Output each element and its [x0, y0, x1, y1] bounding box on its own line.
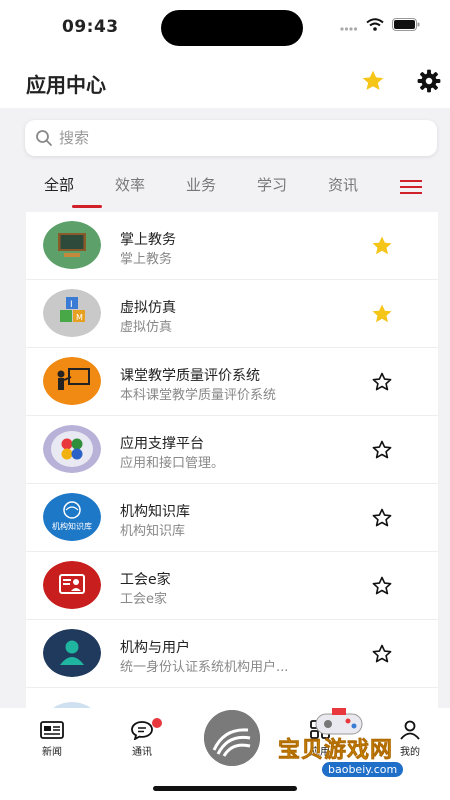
- star-outline-icon[interactable]: [370, 506, 394, 530]
- tab-news[interactable]: 资讯: [328, 174, 358, 195]
- dynamic-island: [161, 10, 303, 46]
- app-desc: 机构知识库: [120, 524, 186, 539]
- list-item[interactable]: 工会e家 工会e家: [26, 552, 438, 620]
- platform-icon: [43, 425, 101, 473]
- app-name: 掌上教务: [120, 232, 176, 248]
- status-bar: 09:43: [0, 0, 450, 56]
- knowledge-base-icon: 机构知识库: [43, 493, 101, 541]
- app-desc: 应用和接口管理。: [120, 456, 225, 471]
- blackboard-icon: [43, 221, 101, 269]
- app-name: 课堂教学质量评价系统: [120, 368, 260, 384]
- star-outline-icon[interactable]: [370, 370, 394, 394]
- tab-chat-nav[interactable]: 通讯: [112, 718, 172, 758]
- home-indicator: [153, 786, 297, 791]
- page-title: 应用中心: [26, 73, 106, 97]
- app-name: 机构与用户: [120, 640, 190, 656]
- app-name: 应用支撑平台: [120, 436, 204, 452]
- app-name: 机构知识库: [120, 504, 190, 520]
- star-outline-icon[interactable]: [370, 642, 394, 666]
- app-name: 虚拟仿真: [120, 300, 176, 316]
- status-time: 09:43: [62, 17, 119, 37]
- watermark: 宝贝游戏网 baobeiy.com: [270, 706, 440, 792]
- signal-icon: [340, 26, 358, 31]
- svg-text:I: I: [70, 300, 73, 310]
- list-item[interactable]: 掌上教务 掌上教务: [26, 212, 438, 280]
- tab-news-nav[interactable]: 新闻: [22, 720, 82, 758]
- app-desc: 掌上教务: [120, 252, 173, 267]
- svg-text:M: M: [76, 313, 83, 322]
- chat-icon: [131, 721, 153, 740]
- search-input[interactable]: [59, 129, 399, 147]
- union-card-icon: [43, 561, 101, 609]
- list-item[interactable]: 应用支撑平台 应用和接口管理。: [26, 416, 438, 484]
- active-tab-indicator: [72, 205, 102, 208]
- list-item[interactable]: 课堂教学质量评价系统 本科课堂教学质量评价系统: [26, 348, 438, 416]
- center-logo-icon[interactable]: [204, 710, 260, 766]
- blocks-icon: I M: [43, 289, 101, 337]
- battery-icon: [392, 18, 420, 31]
- notification-badge: [152, 718, 162, 728]
- tab-business[interactable]: 业务: [186, 174, 216, 195]
- star-outline-icon[interactable]: [370, 438, 394, 462]
- tab-all[interactable]: 全部: [44, 174, 74, 195]
- star-filled-icon[interactable]: [370, 234, 394, 258]
- star-filled-icon[interactable]: [370, 302, 394, 326]
- list-item[interactable]: I M 虚拟仿真 虚拟仿真: [26, 280, 438, 348]
- app-desc: 本科课堂教学质量评价系统: [120, 388, 277, 403]
- search-icon: [36, 130, 52, 146]
- teacher-icon: [43, 357, 101, 405]
- app-header: 应用中心: [0, 56, 450, 108]
- star-outline-icon[interactable]: [370, 574, 394, 598]
- status-icons: [340, 18, 420, 31]
- news-icon: [40, 721, 64, 739]
- settings-gear-icon[interactable]: [416, 68, 442, 94]
- app-desc: 统一身份认证系统机构用户...: [120, 660, 289, 675]
- app-desc: 虚拟仿真: [120, 320, 173, 335]
- list-item[interactable]: 机构与用户 统一身份认证系统机构用户...: [26, 620, 438, 688]
- category-tabs: 全部 效率 业务 学习 资讯: [26, 170, 436, 210]
- icon-caption: 机构知识库: [52, 521, 92, 531]
- list-item[interactable]: 机构知识库 机构知识库 机构知识库: [26, 484, 438, 552]
- hamburger-menu-icon[interactable]: [400, 180, 422, 194]
- app-list: 掌上教务 掌上教务 I M 虚拟仿真 虚拟仿真 课堂教学质量评价系统 本科课堂教…: [26, 212, 438, 710]
- tab-learning[interactable]: 学习: [257, 174, 287, 195]
- watermark-url: baobeiy.com: [322, 762, 404, 777]
- wifi-icon: [366, 18, 384, 31]
- favorites-star-icon[interactable]: [360, 68, 386, 94]
- watermark-text: 宝贝游戏网: [278, 738, 394, 764]
- tab-efficiency[interactable]: 效率: [115, 174, 145, 195]
- tab-label: 通讯: [132, 747, 152, 758]
- user-icon: [43, 629, 101, 677]
- app-desc: 工会e家: [120, 592, 167, 607]
- tab-label: 新闻: [42, 747, 62, 758]
- search-bar[interactable]: [25, 120, 437, 156]
- app-name: 工会e家: [120, 572, 171, 588]
